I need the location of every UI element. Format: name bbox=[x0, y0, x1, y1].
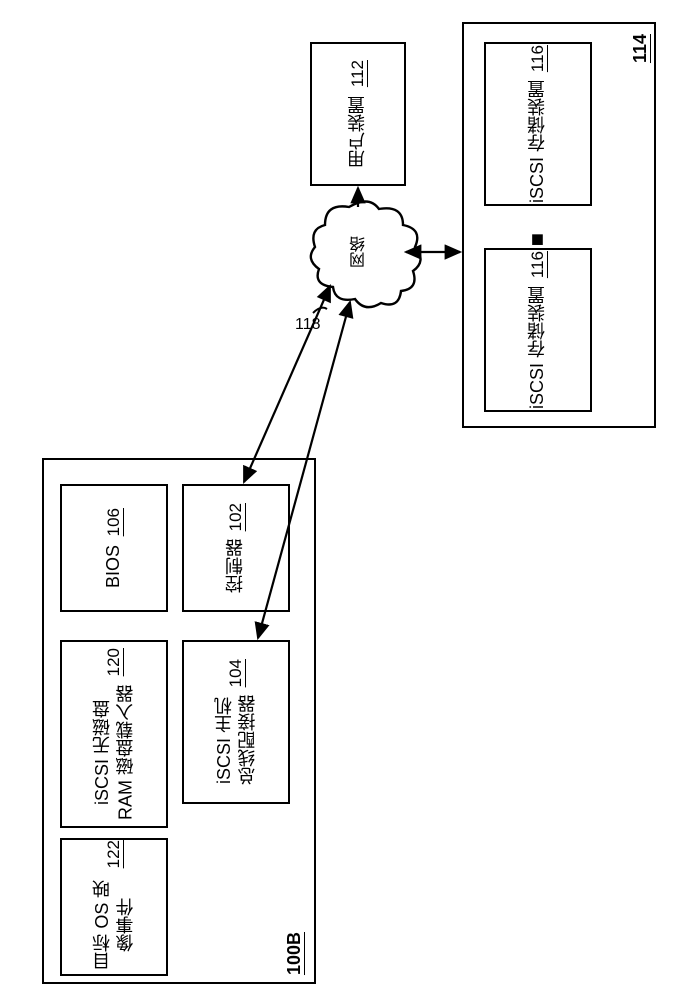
storage-device-top-label: iSCSI 存储装置 bbox=[526, 80, 549, 203]
osimage-num: 122 bbox=[104, 840, 124, 868]
host-group-num: 100B bbox=[284, 932, 305, 975]
user-device-num: 112 bbox=[348, 60, 368, 87]
storage-device-bottom-num: 116 bbox=[528, 251, 548, 278]
bios-num: 106 bbox=[104, 508, 124, 536]
controller-label: 控制器 bbox=[224, 539, 247, 593]
storage-device-top-num: 116 bbox=[528, 45, 548, 72]
ramdisk-num: 120 bbox=[104, 648, 124, 676]
hba-label: iSCSI 主机 总线配接器 bbox=[213, 695, 260, 785]
hba-num: 104 bbox=[226, 659, 246, 687]
controller: 102 控制器 bbox=[182, 484, 290, 612]
storage-device-bottom-label: iSCSI 存储装置 bbox=[526, 286, 549, 409]
network-label: 网络 bbox=[348, 236, 372, 268]
bios-label: BIOS bbox=[102, 545, 125, 588]
hba: 104 iSCSI 主机 总线配接器 bbox=[182, 640, 290, 804]
user-device: 112 用户装置 bbox=[310, 42, 406, 186]
network-ref: 118 bbox=[295, 316, 321, 334]
ramdisk-label: iSCSI 无磁盘 RAM 磁盘载入器 bbox=[91, 685, 138, 820]
storage-device-bottom: 116 iSCSI 存储装置 bbox=[484, 248, 592, 412]
ramdisk-loader: 120 iSCSI 无磁盘 RAM 磁盘载入器 bbox=[60, 640, 168, 828]
os-image-event: 122 目标 OS 映像事件 bbox=[60, 838, 168, 976]
bios: 106 BIOS bbox=[60, 484, 168, 612]
storage-group-num: 114 bbox=[630, 34, 651, 63]
osimage-label: 目标 OS 映像事件 bbox=[91, 876, 138, 974]
controller-num: 102 bbox=[226, 503, 246, 531]
user-device-label: 用户装置 bbox=[346, 96, 369, 168]
storage-device-top: 116 iSCSI 存储装置 bbox=[484, 42, 592, 206]
